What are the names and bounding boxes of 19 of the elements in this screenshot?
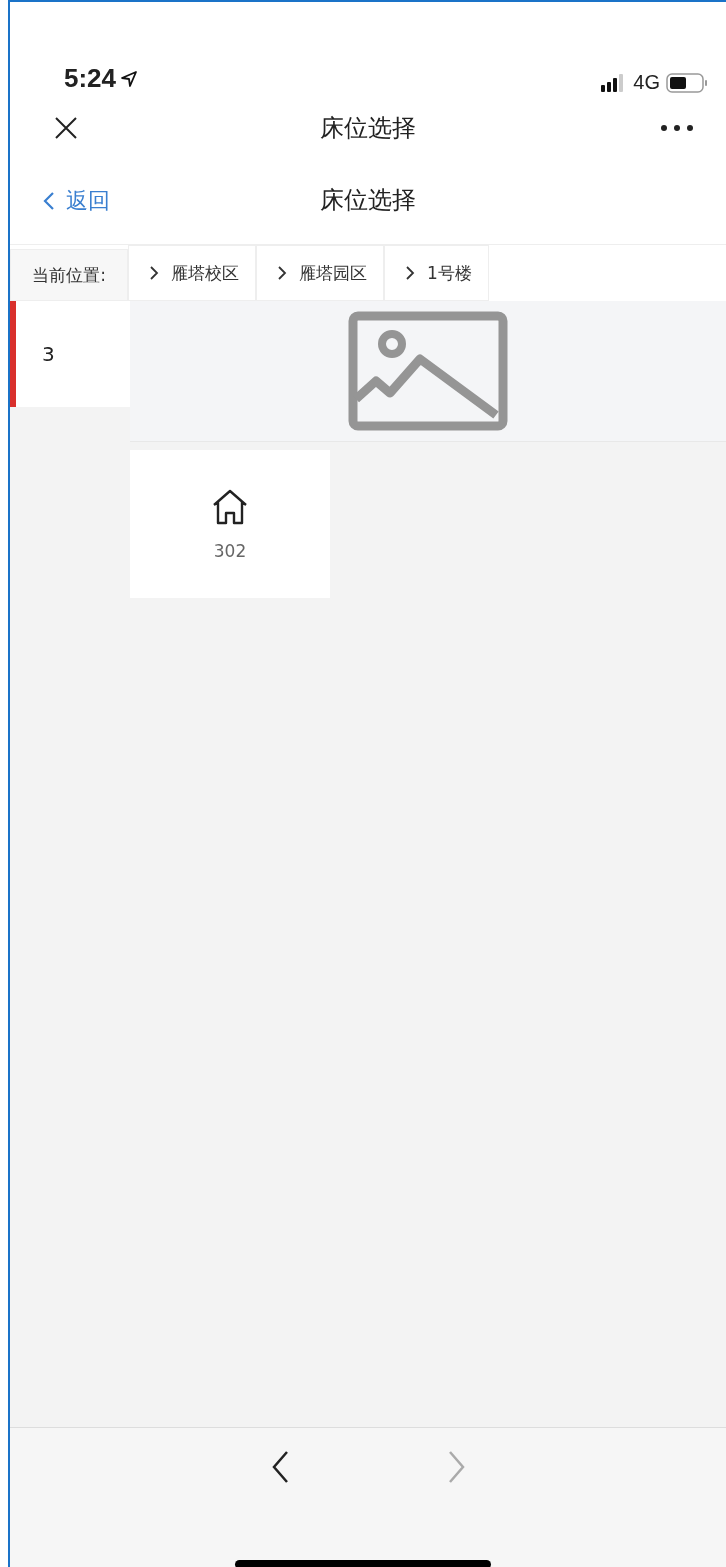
floor-item[interactable]: 3 bbox=[10, 301, 130, 407]
chevron-right-icon bbox=[405, 265, 415, 281]
more-button[interactable] bbox=[660, 124, 694, 132]
breadcrumb-item[interactable]: 雁塔园区 bbox=[256, 245, 384, 301]
header-title: 床位选择 bbox=[320, 185, 416, 216]
breadcrumb-item[interactable]: 1号楼 bbox=[384, 245, 489, 301]
chevron-left-icon bbox=[42, 191, 56, 211]
status-time: 5:24 bbox=[64, 63, 117, 94]
back-link[interactable]: 返回 bbox=[42, 186, 110, 216]
breadcrumb-item[interactable]: 雁塔校区 bbox=[128, 245, 256, 301]
network-label: 4G bbox=[633, 71, 660, 94]
location-arrow-icon bbox=[120, 69, 139, 88]
room-card[interactable]: 302 bbox=[130, 450, 330, 598]
location-label: 当前位置: bbox=[10, 249, 128, 301]
chevron-right-icon bbox=[149, 265, 159, 281]
battery-icon bbox=[666, 72, 708, 93]
close-button[interactable] bbox=[54, 116, 78, 140]
chevron-right-icon bbox=[277, 265, 287, 281]
page-title: 床位选择 bbox=[320, 113, 416, 144]
